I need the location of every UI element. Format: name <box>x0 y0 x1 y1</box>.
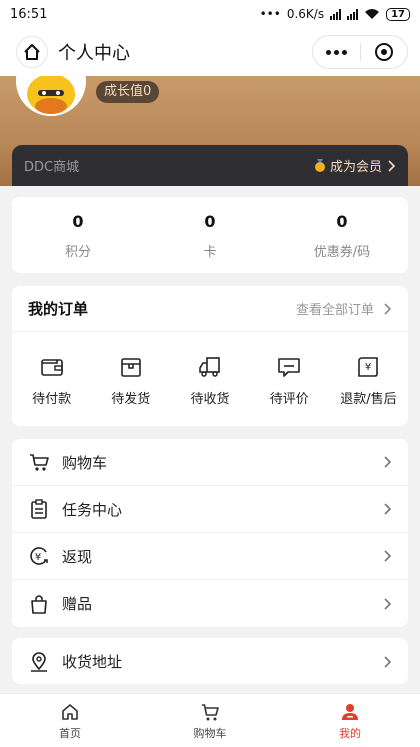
stat-cards[interactable]: 0 卡 <box>144 197 276 273</box>
home-button[interactable] <box>16 36 48 68</box>
refund-icon: ¥ <box>358 357 379 377</box>
tab-label: 购物车 <box>193 727 227 740</box>
order-pending-payment[interactable]: 待付款 <box>12 354 91 407</box>
menu-item-cart[interactable]: 购物车 <box>12 439 408 486</box>
close-button[interactable] <box>361 43 407 61</box>
order-refund[interactable]: ¥ 退款/售后 <box>329 354 408 407</box>
more-notifications-icon: ••• <box>259 7 281 21</box>
truck-icon <box>199 357 220 377</box>
status-bar: 16:51 ••• 0.6K/s 17 <box>0 0 420 28</box>
menu-item-gift[interactable]: 赠品 <box>12 580 408 627</box>
tab-bar: 首页 购物车 我的 <box>0 693 420 747</box>
menu-item-label: 返现 <box>62 547 93 566</box>
signal-icon-2 <box>347 8 359 20</box>
more-button[interactable] <box>313 49 360 55</box>
membership-bar[interactable]: DDC商城 成为会员 <box>12 145 408 186</box>
mini-program-capsule <box>312 35 408 69</box>
orders-header: 我的订单 查看全部订单 <box>12 286 408 332</box>
order-label: 待收货 <box>190 392 230 407</box>
chevron-right-icon <box>388 159 396 172</box>
orders-card: 我的订单 查看全部订单 待付款 待发货 待收货 待评价 ¥ 退款/售后 <box>12 286 408 426</box>
page-title: 个人中心 <box>58 43 130 64</box>
orders-title: 我的订单 <box>28 300 89 318</box>
stats-card: 0 积分 0 卡 0 优惠券/码 <box>12 197 408 273</box>
gift-bag-icon <box>28 593 50 615</box>
stat-value: 0 <box>204 212 216 231</box>
tab-home[interactable]: 首页 <box>0 694 140 747</box>
menu-item-label: 赠品 <box>62 595 93 613</box>
wallet-icon <box>40 359 63 376</box>
stat-coupons[interactable]: 0 优惠券/码 <box>276 197 408 273</box>
growth-value-badge[interactable]: 成长值0 <box>96 81 160 103</box>
order-label: 待付款 <box>32 392 72 407</box>
chevron-right-icon <box>384 456 392 468</box>
order-label: 退款/售后 <box>340 392 397 407</box>
tab-label: 我的 <box>339 727 361 740</box>
order-pending-receipt[interactable]: 待收货 <box>170 354 249 407</box>
order-label: 待发货 <box>111 392 151 407</box>
cashback-icon: ¥ <box>28 545 50 567</box>
network-speed: 0.6K/s <box>286 7 325 21</box>
cart-icon <box>28 451 50 473</box>
avatar[interactable] <box>16 76 86 116</box>
order-status-row: 待付款 待发货 待收货 待评价 ¥ 退款/售后 <box>12 332 408 407</box>
target-icon <box>374 43 393 61</box>
home-icon <box>62 704 78 720</box>
menu-item-label: 收货地址 <box>62 653 123 671</box>
stat-points[interactable]: 0 积分 <box>12 197 144 273</box>
clipboard-icon <box>28 498 50 520</box>
stat-value: 0 <box>336 212 348 231</box>
menu-item-label: 任务中心 <box>62 500 123 519</box>
signal-icon <box>330 8 342 20</box>
dot-icon <box>334 49 339 55</box>
menu-item-cashback[interactable]: ¥ 返现 <box>12 533 408 580</box>
view-all-orders-link[interactable]: 查看全部订单 <box>296 299 392 318</box>
profile-header: 成长值0 DDC商城 成为会员 <box>0 76 420 186</box>
home-icon <box>24 44 40 60</box>
tab-label: 首页 <box>59 727 81 740</box>
battery-indicator: 17 <box>386 7 410 21</box>
chevron-right-icon <box>384 550 392 562</box>
dot-icon <box>342 49 347 55</box>
status-indicators: ••• 0.6K/s 17 <box>260 7 410 21</box>
shop-name: DDC商城 <box>24 160 80 175</box>
menu-item-label: 购物车 <box>62 453 108 472</box>
chevron-right-icon <box>384 302 392 315</box>
svg-text:¥: ¥ <box>35 552 41 563</box>
medal-icon <box>314 158 325 172</box>
wifi-icon <box>365 9 380 19</box>
cart-icon <box>202 704 219 721</box>
avatar-mascot-icon <box>16 76 86 116</box>
stat-label: 卡 <box>203 245 217 260</box>
chevron-right-icon <box>384 503 392 515</box>
chevron-right-icon <box>384 655 392 668</box>
package-icon <box>120 358 141 377</box>
become-member-link[interactable]: 成为会员 <box>314 156 396 175</box>
svg-text:¥: ¥ <box>365 362 371 373</box>
become-member-label: 成为会员 <box>329 160 382 175</box>
feature-menu: 购物车 任务中心 ¥ 返现 赠品 <box>12 439 408 627</box>
status-time: 16:51 <box>10 6 48 22</box>
dot-icon <box>326 49 331 55</box>
tab-cart[interactable]: 购物车 <box>140 694 280 747</box>
order-label: 待评价 <box>269 392 309 407</box>
order-pending-shipment[interactable]: 待发货 <box>91 354 170 407</box>
order-pending-review[interactable]: 待评价 <box>250 354 329 407</box>
view-all-orders-label: 查看全部订单 <box>295 303 374 318</box>
address-menu: 收货地址 <box>12 638 408 684</box>
stat-value: 0 <box>72 212 84 231</box>
stat-label: 积分 <box>64 245 91 260</box>
nav-bar: 个人中心 <box>0 28 420 76</box>
chevron-right-icon <box>384 597 392 610</box>
comment-icon <box>278 358 301 377</box>
location-icon <box>28 651 50 673</box>
tab-mine[interactable]: 我的 <box>280 694 420 747</box>
user-icon <box>342 704 358 720</box>
stat-label: 优惠券/码 <box>313 245 371 260</box>
menu-item-task-center[interactable]: 任务中心 <box>12 486 408 533</box>
menu-item-address[interactable]: 收货地址 <box>12 638 408 685</box>
